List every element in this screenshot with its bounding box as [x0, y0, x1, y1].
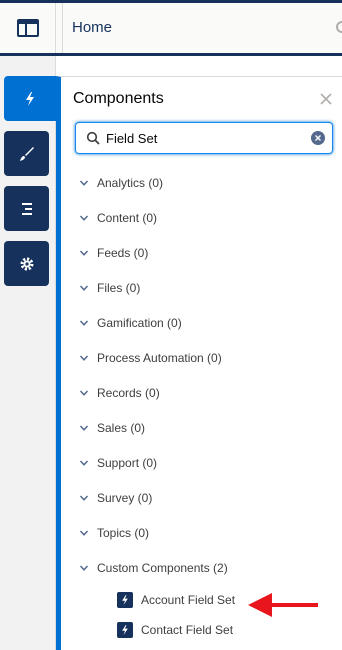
category-files[interactable]: Files (0)	[61, 270, 342, 305]
rail-theme-button[interactable]	[4, 131, 49, 176]
search-input[interactable]	[106, 128, 306, 148]
category-survey[interactable]: Survey (0)	[61, 480, 342, 515]
category-feeds[interactable]: Feeds (0)	[61, 235, 342, 270]
annotation-arrow-icon	[248, 593, 318, 617]
lightning-icon	[117, 592, 133, 608]
page-name-tab[interactable]: Home	[72, 19, 112, 36]
category-topics[interactable]: Topics (0)	[61, 515, 342, 550]
chevron-down-icon	[77, 281, 91, 295]
category-label: Content (0)	[97, 210, 158, 225]
chevron-down-icon	[77, 316, 91, 330]
rail-settings-button[interactable]	[4, 241, 49, 286]
chevron-down-icon	[77, 421, 91, 435]
category-label: Custom Components (2)	[97, 560, 228, 575]
layout-switcher-button[interactable]	[0, 3, 56, 53]
chevron-down-icon	[77, 246, 91, 260]
chevron-down-icon	[77, 456, 91, 470]
category-label: Files (0)	[97, 280, 141, 295]
chevron-down-icon	[77, 176, 91, 190]
category-label: Records (0)	[97, 385, 160, 400]
brush-icon	[19, 146, 34, 161]
component-label: Contact Field Set	[141, 623, 234, 637]
category-label: Topics (0)	[97, 525, 150, 540]
component-search	[75, 122, 333, 154]
category-analytics[interactable]: Analytics (0)	[61, 165, 342, 200]
close-icon[interactable]	[318, 91, 334, 107]
category-label: Gamification (0)	[97, 315, 182, 330]
chevron-down-icon	[77, 351, 91, 365]
category-label: Analytics (0)	[97, 175, 164, 190]
search-icon	[86, 131, 100, 150]
category-records[interactable]: Records (0)	[61, 375, 342, 410]
list-icon	[21, 202, 32, 215]
lightning-icon	[117, 622, 133, 638]
category-label: Feeds (0)	[97, 245, 149, 260]
category-label: Survey (0)	[97, 490, 153, 505]
clear-search-icon[interactable]	[311, 131, 325, 145]
component-label: Account Field Set	[141, 593, 236, 607]
builder-header: Home	[0, 0, 342, 56]
chevron-down-icon	[77, 491, 91, 505]
layout-icon	[16, 19, 39, 37]
category-label: Process Automation (0)	[97, 350, 222, 365]
category-content[interactable]: Content (0)	[61, 200, 342, 235]
rail-components-button[interactable]	[4, 76, 56, 121]
rail-pages-button[interactable]	[4, 186, 49, 231]
left-rail	[0, 56, 56, 650]
chevron-down-icon	[77, 561, 91, 575]
components-panel: Components Analytics (0) Content (0) F	[56, 76, 342, 650]
category-sales[interactable]: Sales (0)	[61, 410, 342, 445]
header-divider	[62, 3, 63, 53]
chevron-down-icon	[77, 386, 91, 400]
category-gamification[interactable]: Gamification (0)	[61, 305, 342, 340]
category-process-automation[interactable]: Process Automation (0)	[61, 340, 342, 375]
panel-title: Components	[73, 90, 164, 107]
category-label: Support (0)	[97, 455, 158, 470]
category-support[interactable]: Support (0)	[61, 445, 342, 480]
chevron-down-icon	[77, 211, 91, 225]
gear-icon	[20, 257, 33, 270]
chevron-down-icon	[77, 526, 91, 540]
component-category-list: Analytics (0) Content (0) Feeds (0) File…	[61, 165, 342, 645]
category-label: Sales (0)	[97, 420, 146, 435]
category-custom-components[interactable]: Custom Components (2)	[61, 550, 342, 585]
lightning-icon	[26, 91, 34, 106]
settings-peek-icon[interactable]	[334, 19, 342, 40]
